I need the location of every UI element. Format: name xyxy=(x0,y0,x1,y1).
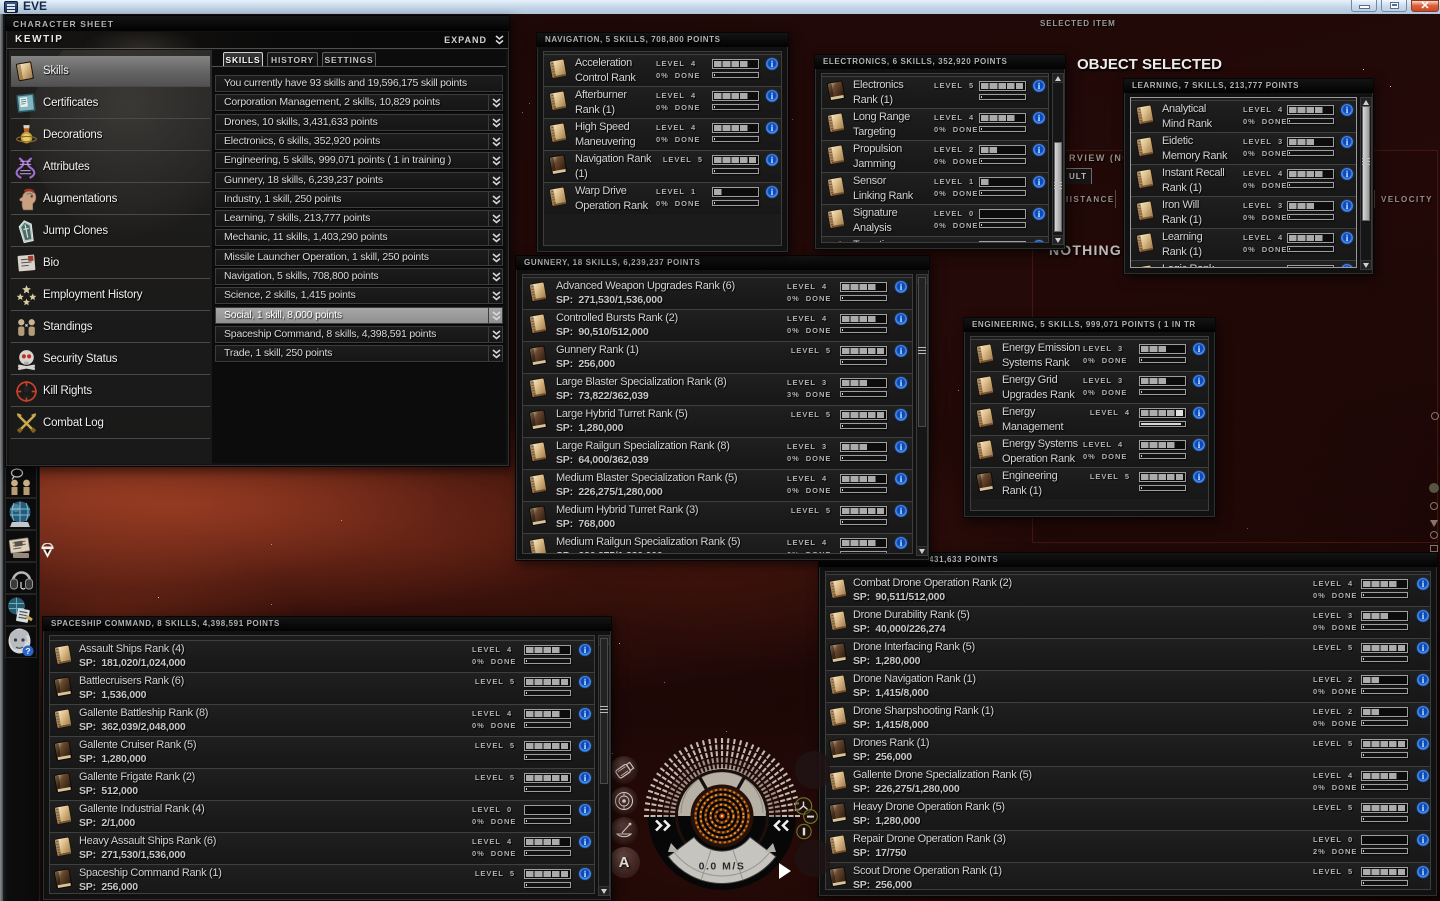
svg-text:?: ? xyxy=(25,646,30,656)
svg-text:0.0 M/S: 0.0 M/S xyxy=(699,861,746,873)
